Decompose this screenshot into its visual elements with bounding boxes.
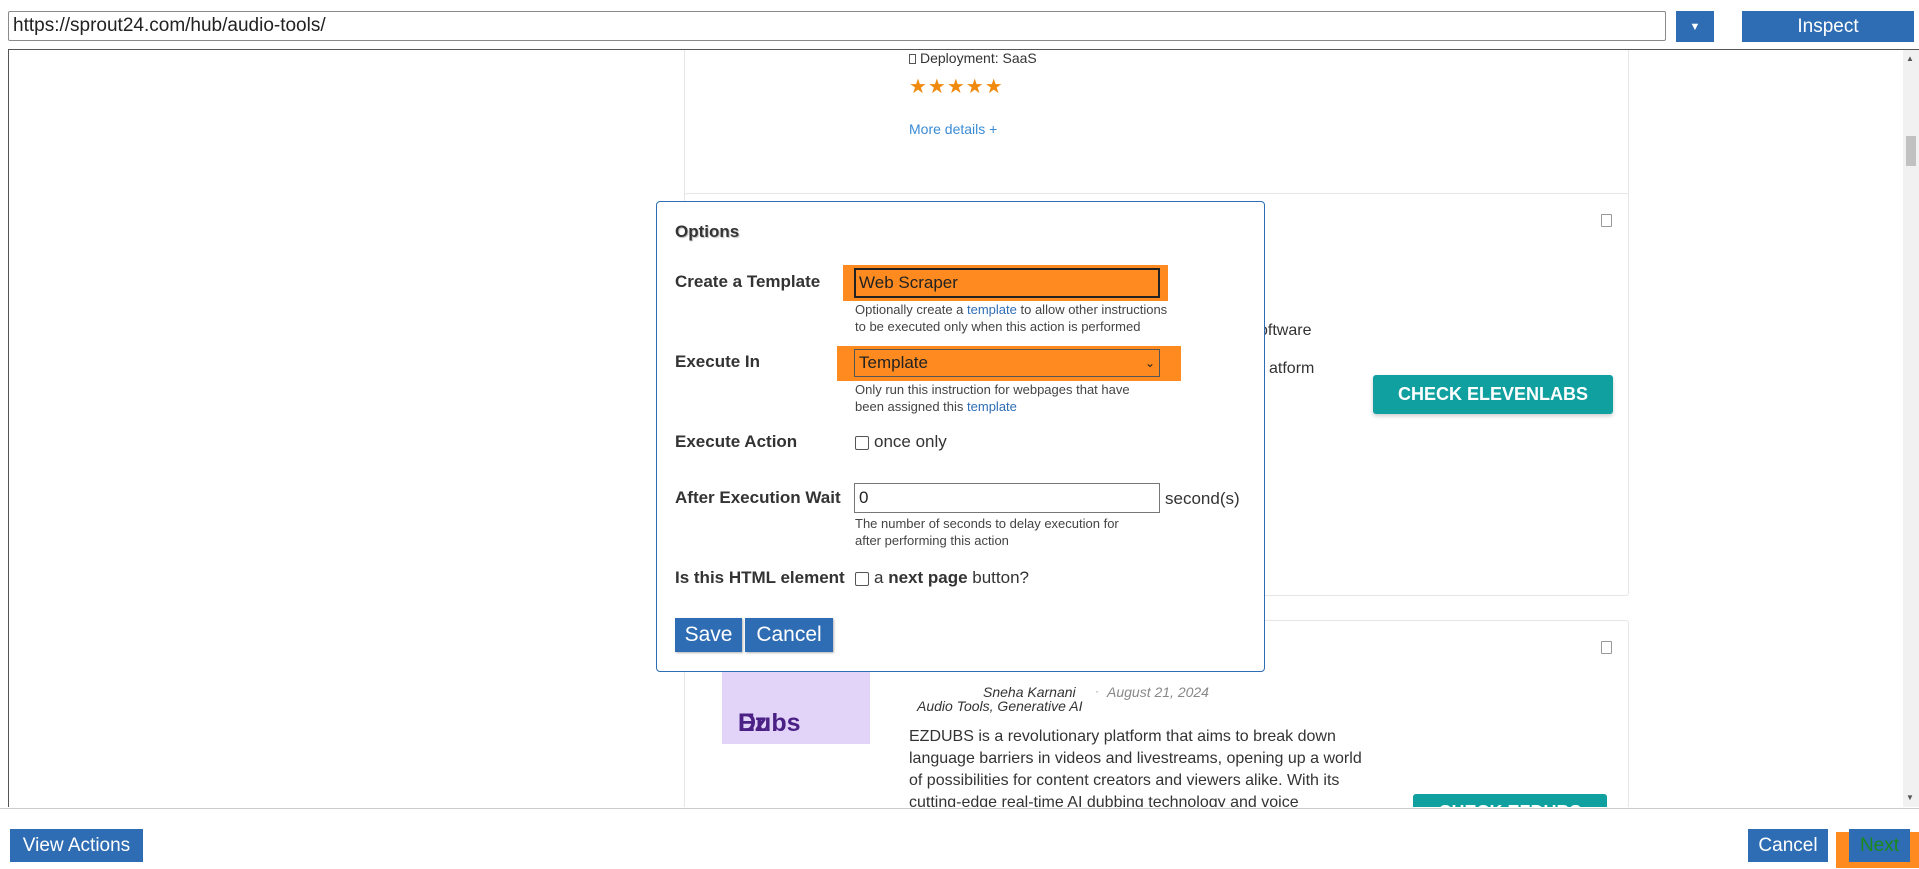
- label-bold-text: next page: [888, 568, 968, 587]
- scroll-thumb[interactable]: [1906, 136, 1916, 166]
- execute-in-hint: Only run this instruction for webpages t…: [855, 381, 1145, 415]
- next-page-label: Is this HTML element: [675, 568, 845, 587]
- next-button[interactable]: Next: [1849, 829, 1910, 862]
- template-label: Create a Template: [675, 272, 821, 291]
- next-page-checkbox[interactable]: [855, 572, 869, 586]
- label-text: a: [874, 568, 889, 587]
- tool-card: [684, 50, 1629, 217]
- button-clip: CHECK EZDUBS: [1413, 794, 1607, 807]
- execute-in-label: Execute In: [675, 352, 761, 371]
- rating-stars: ★★★★★: [909, 76, 1004, 98]
- publish-date: August 21, 2024: [1107, 684, 1209, 700]
- bookmark-icon[interactable]: [1601, 641, 1612, 654]
- options-dialog: Options Create a Template Optionally cre…: [656, 201, 1265, 672]
- template-link[interactable]: template: [967, 302, 1017, 317]
- chevron-down-icon: ▼: [1689, 20, 1701, 33]
- description-clip: EZDUBS is a revolutionary platform that …: [909, 726, 1379, 807]
- wait-unit: second(s): [1165, 489, 1240, 508]
- check-ezdubs-button[interactable]: CHECK EZDUBS: [1413, 794, 1607, 807]
- wait-label: After Execution Wait: [675, 488, 841, 507]
- wait-seconds-input[interactable]: [854, 483, 1160, 513]
- save-button[interactable]: Save: [675, 618, 742, 652]
- categories[interactable]: Audio Tools, Generative AI: [917, 698, 1083, 714]
- execute-in-select[interactable]: Template ⌄: [854, 349, 1160, 377]
- chevron-down-icon: ⌄: [1144, 356, 1155, 370]
- check-elevenlabs-button[interactable]: CHECK ELEVENLABS: [1373, 375, 1613, 414]
- cancel-button[interactable]: Cancel: [1748, 829, 1828, 862]
- card-snippet: atform: [1269, 360, 1315, 377]
- template-hint: Optionally create a template to allow ot…: [855, 301, 1175, 335]
- more-details-link[interactable]: More details +: [909, 121, 997, 137]
- hint-text: Optionally create a: [855, 302, 968, 317]
- url-dropdown-button[interactable]: ▼: [1676, 11, 1714, 42]
- template-link[interactable]: template: [967, 399, 1017, 414]
- once-only-label[interactable]: once only: [874, 432, 947, 452]
- deployment-icon: [909, 54, 916, 64]
- wait-hint: The number of seconds to delay execution…: [855, 516, 1119, 548]
- url-input[interactable]: [8, 11, 1666, 41]
- template-input[interactable]: [854, 268, 1160, 298]
- meta-separator: ·: [1095, 684, 1099, 698]
- scroll-down-icon[interactable]: ▼: [1906, 793, 1914, 802]
- label-text: button?: [967, 568, 1029, 587]
- deployment-text: Deployment: SaaS: [920, 50, 1037, 66]
- execute-action-label: Execute Action: [675, 432, 798, 451]
- next-page-checkbox-label[interactable]: a next page button?: [874, 568, 1029, 588]
- bookmark-icon[interactable]: [1601, 214, 1612, 227]
- dialog-title: Options: [675, 222, 740, 241]
- card-snippet: oftware: [1259, 322, 1312, 339]
- bottom-toolbar: View Actions Cancel Next: [0, 808, 1919, 869]
- vertical-scrollbar[interactable]: ▲ ▼: [1903, 50, 1919, 807]
- execute-in-value: Template: [859, 353, 928, 372]
- deployment-info: Deployment: SaaS: [909, 50, 1037, 66]
- scroll-up-icon[interactable]: ▲: [1906, 54, 1914, 63]
- tool-description: EZDUBS is a revolutionary platform that …: [909, 728, 1362, 807]
- top-toolbar: ▼ Inspect: [0, 0, 1919, 50]
- cancel-button[interactable]: Cancel: [745, 618, 833, 652]
- once-only-checkbox[interactable]: [855, 436, 869, 450]
- view-actions-button[interactable]: View Actions: [10, 829, 143, 862]
- logo-text: Dubs: [738, 709, 801, 737]
- inspect-button[interactable]: Inspect: [1742, 11, 1914, 42]
- ezdubs-logo[interactable]: Ez Dubs: [722, 672, 870, 744]
